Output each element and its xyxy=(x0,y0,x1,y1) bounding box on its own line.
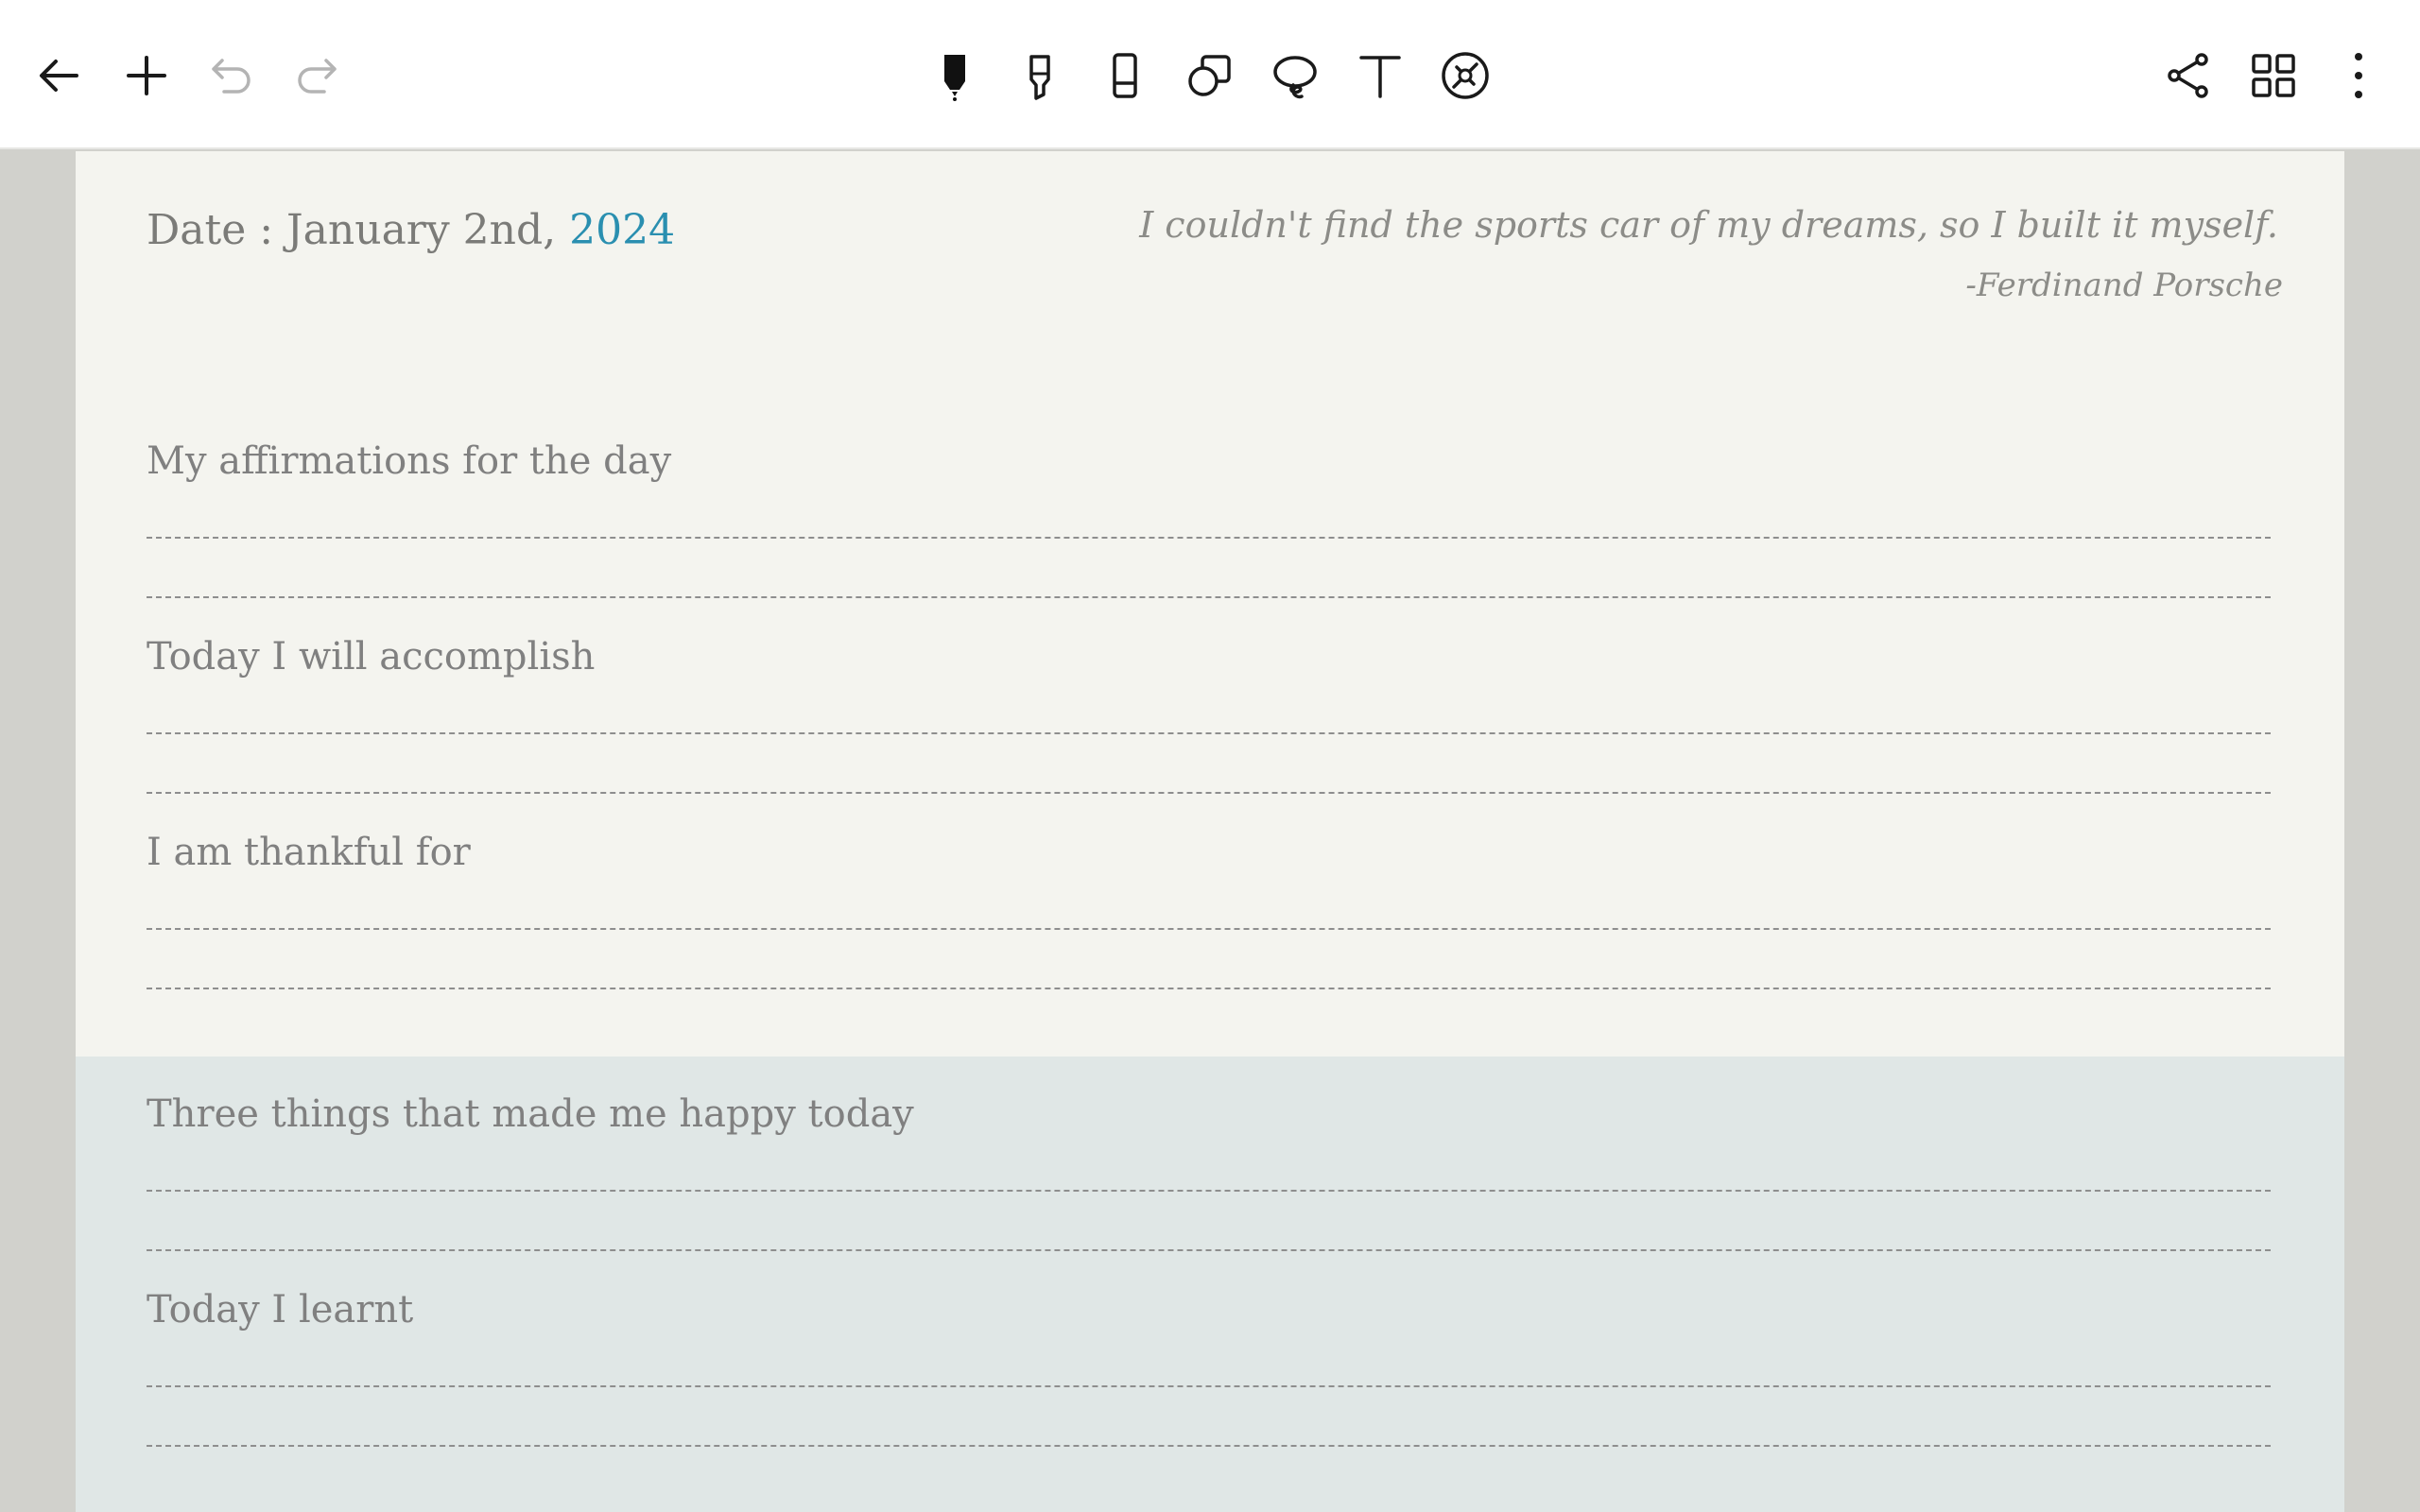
back-button[interactable] xyxy=(31,47,88,104)
page-overview-button[interactable] xyxy=(2245,47,2302,104)
journal-page[interactable]: Date : January 2nd, 2024 I couldn't find… xyxy=(76,151,2344,1512)
section-title-happy: Three things that made me happy today xyxy=(147,1092,914,1136)
lasso-icon xyxy=(1273,56,1317,99)
redo-icon xyxy=(298,59,337,94)
writing-line[interactable] xyxy=(147,1445,2271,1447)
daily-quote: I couldn't find the sports car of my dre… xyxy=(1139,204,2278,246)
add-icon xyxy=(127,56,166,95)
section-title-affirmations: My affirmations for the day xyxy=(147,439,672,483)
redo-button[interactable] xyxy=(288,47,345,104)
undo-button[interactable] xyxy=(203,47,260,104)
shapes-tool-button[interactable] xyxy=(1182,47,1238,104)
add-page-button[interactable] xyxy=(118,47,175,104)
highlighter-tool-button[interactable] xyxy=(1011,47,1068,104)
more-options-button[interactable] xyxy=(2330,47,2387,104)
writing-line[interactable] xyxy=(147,732,2271,734)
share-button[interactable] xyxy=(2160,47,2217,104)
eraser-tool-button[interactable] xyxy=(1097,47,1153,104)
text-tool-button[interactable] xyxy=(1352,47,1409,104)
date-line: Date : January 2nd, 2024 xyxy=(147,206,675,254)
laser-tool-button[interactable] xyxy=(1437,47,1494,104)
date-text: Date : January 2nd, xyxy=(147,206,570,254)
quote-author: -Ferdinand Porsche xyxy=(1965,266,2283,304)
section-title-thankful: I am thankful for xyxy=(147,831,471,874)
writing-line[interactable] xyxy=(147,792,2271,794)
share-icon xyxy=(2168,53,2208,98)
section-title-accomplish: Today I will accomplish xyxy=(147,635,596,679)
shapes-icon xyxy=(1188,55,1231,96)
more-vertical-icon xyxy=(2355,53,2362,98)
writing-line[interactable] xyxy=(147,928,2271,930)
eraser-icon xyxy=(1113,53,1137,98)
writing-line[interactable] xyxy=(147,596,2271,598)
date-year: 2024 xyxy=(569,206,676,254)
writing-line[interactable] xyxy=(147,1385,2271,1387)
section-title-learnt: Today I learnt xyxy=(147,1288,414,1332)
top-toolbar xyxy=(0,0,2420,149)
grid-view-icon xyxy=(2252,54,2295,97)
undo-icon xyxy=(212,59,251,94)
text-icon xyxy=(1359,56,1401,98)
writing-line[interactable] xyxy=(147,1249,2271,1251)
highlighter-icon xyxy=(1029,55,1050,100)
pen-icon xyxy=(944,55,965,101)
writing-line[interactable] xyxy=(147,537,2271,539)
lasso-tool-button[interactable] xyxy=(1267,47,1323,104)
laser-pointer-icon xyxy=(1442,52,1489,99)
pen-tool-button[interactable] xyxy=(926,47,983,104)
writing-line[interactable] xyxy=(147,1190,2271,1192)
back-arrow-icon xyxy=(40,60,78,92)
writing-line[interactable] xyxy=(147,988,2271,989)
